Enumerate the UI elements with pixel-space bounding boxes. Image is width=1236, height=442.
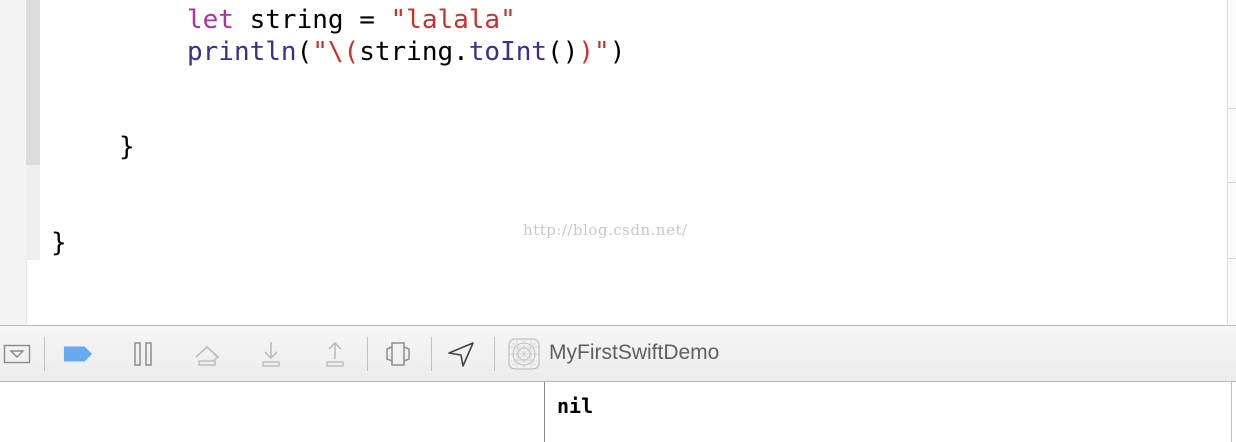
console-output: nil [557,394,594,418]
step-over-button[interactable] [192,340,222,368]
step-over-icon [195,345,220,366]
watermark: http://blog.csdn.net/ [523,221,688,239]
method-toInt: toInt [468,37,548,67]
target-name-label[interactable]: MyFirstSwiftDemo [549,341,719,365]
app-target-button[interactable] [507,338,541,370]
function-println: println [187,37,297,67]
code-line-println[interactable]: println("\(string.toInt())") [187,36,625,68]
step-into-icon [262,342,280,367]
toolbar-separator [44,337,45,371]
step-out-icon [326,341,344,367]
line-number-gutter[interactable] [0,0,27,325]
step-into-button[interactable] [256,340,286,368]
string-quote-open: "\ [312,37,344,67]
simulate-location-button[interactable] [446,340,476,368]
paren-close: ) [609,37,626,67]
code-identifier: string = [233,5,391,35]
console-view[interactable]: nil [545,382,1232,442]
step-out-button[interactable] [320,340,350,368]
interpolation-close: ) [578,37,595,67]
code-line-closing-brace-outer[interactable]: } [51,227,67,259]
breakpoints-icon [63,346,93,362]
app-target-icon [508,338,540,370]
pause-icon [134,342,152,366]
editor-right-edge [1227,0,1236,325]
hide-debug-area-button[interactable] [2,340,32,368]
code-line-closing-brace-inner[interactable]: } [119,131,135,163]
toolbar-separator [367,337,368,371]
toolbar-separator [494,337,495,371]
interpolated-identifier: string. [359,37,469,67]
code-editor[interactable]: let string = "lalala" println("\(string.… [0,0,1236,325]
paren-open: ( [296,37,313,67]
variables-view[interactable] [0,382,545,442]
debug-view-hierarchy-icon [386,342,410,366]
string-quote-close: " [594,37,610,67]
toolbar-separator [431,337,432,371]
pause-button[interactable] [128,340,158,368]
code-folding-ribbon-scope[interactable] [26,0,40,165]
method-call-parens: () [547,37,579,67]
string-literal: "lalala" [390,5,516,35]
code-line-let[interactable]: let string = "lalala" [187,4,516,36]
hide-debug-area-icon [3,344,31,364]
debug-bar: MyFirstSwiftDemo [0,325,1236,382]
breakpoints-toggle-button[interactable] [63,340,93,368]
simulate-location-icon [448,342,474,367]
keyword-let: let [187,5,234,35]
interpolation-open: ( [343,37,360,67]
debug-view-hierarchy-button[interactable] [383,340,413,368]
